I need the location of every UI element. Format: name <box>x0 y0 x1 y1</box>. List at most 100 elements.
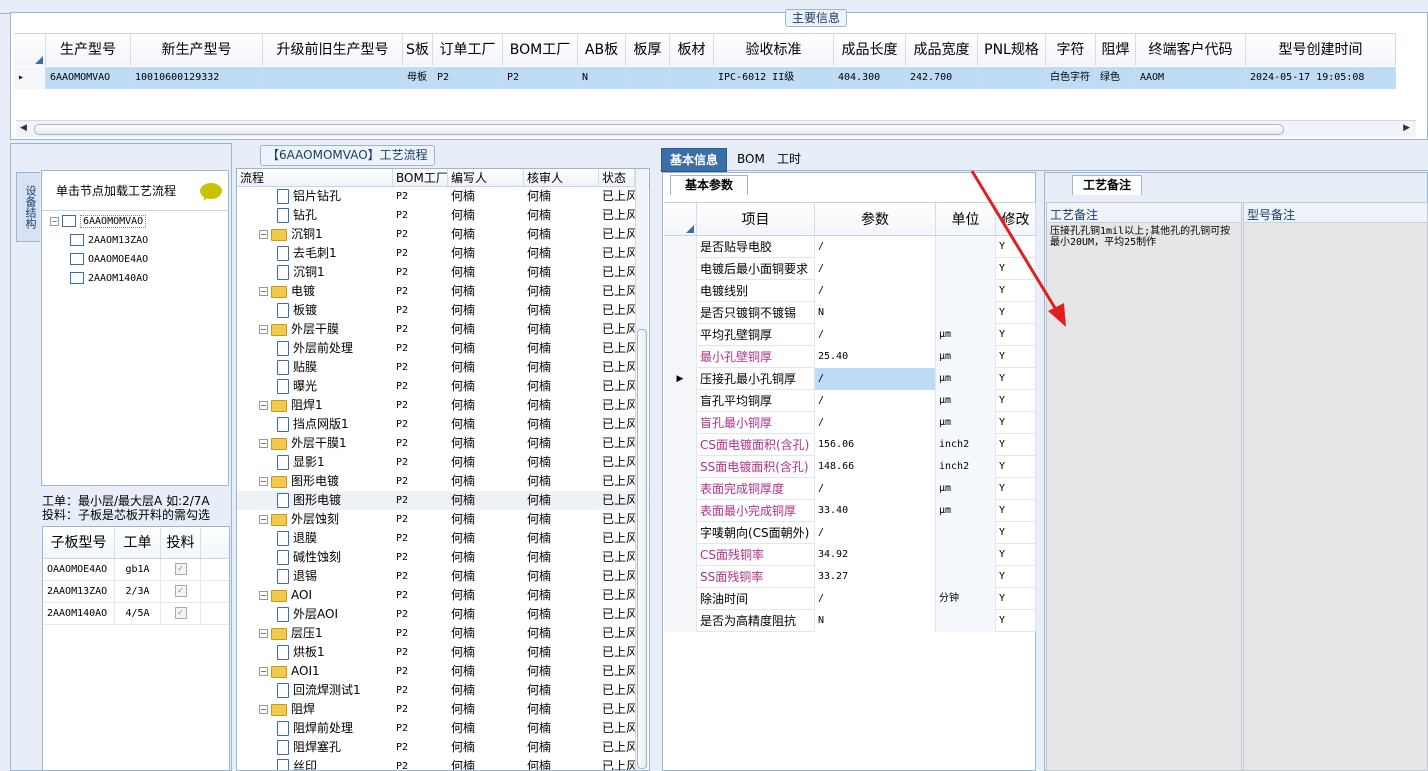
param-modify-cell[interactable]: Y <box>996 302 1036 324</box>
param-row[interactable]: 字唛朝向(CS面朝外) / Y <box>664 522 1036 544</box>
param-row[interactable]: 是否贴导电胶 / Y <box>664 236 1036 258</box>
flow-name-cell[interactable]: 去毛刺1 <box>237 244 393 263</box>
col-status[interactable]: 状态 <box>599 169 635 186</box>
flow-name-cell[interactable]: 显影1 <box>237 453 393 472</box>
main-col-header[interactable]: 成品宽度 <box>906 34 978 66</box>
flow-name-cell[interactable]: − 阻焊 <box>237 700 393 719</box>
col-feed[interactable]: 投料 <box>161 527 201 558</box>
collapse-icon[interactable]: − <box>259 325 268 334</box>
collapse-icon[interactable]: − <box>259 287 268 296</box>
flow-name-cell[interactable]: − 层压1 <box>237 624 393 643</box>
param-value-cell[interactable]: / <box>815 522 936 544</box>
flow-row[interactable]: 沉铜1 P2 何楠 何楠 已上风 <box>237 263 649 282</box>
tree-child-node[interactable]: OAAOMOE4AO <box>50 250 228 269</box>
main-col-header[interactable]: BOM工厂 <box>503 34 578 66</box>
tree-child-node[interactable]: 2AAOM140AO <box>50 269 228 288</box>
col-reviewer[interactable]: 核审人 <box>524 169 599 186</box>
param-value-cell[interactable]: / <box>815 324 936 346</box>
basic-params-tab[interactable]: 基本参数 <box>670 175 749 195</box>
param-value-cell[interactable]: 33.40 <box>815 500 936 522</box>
collapse-icon[interactable]: − <box>259 591 268 600</box>
param-row[interactable]: 表面最小完成铜厚 33.40 μm Y <box>664 500 1036 522</box>
flow-name-cell[interactable]: 退膜 <box>237 529 393 548</box>
param-value-cell[interactable]: / <box>815 368 936 390</box>
param-row[interactable]: 是否只镀铜不镀锡 N Y <box>664 302 1036 324</box>
collapse-icon[interactable]: − <box>50 216 59 226</box>
main-grid-row[interactable]: ▸ 6AAOMOMVAO 10010600129332 母板 P2 P2 N IPC-6012… <box>14 67 1396 89</box>
main-cell[interactable] <box>626 67 670 89</box>
main-cell[interactable]: 绿色 <box>1096 67 1136 89</box>
collapse-icon[interactable]: − <box>259 705 268 714</box>
param-modify-cell[interactable]: Y <box>996 588 1036 610</box>
param-row[interactable]: 表面完成铜厚度 / μm Y <box>664 478 1036 500</box>
param-modify-cell[interactable]: Y <box>996 280 1036 302</box>
flow-name-cell[interactable]: 图形电镀 <box>237 491 393 510</box>
collapse-icon[interactable]: − <box>259 230 268 239</box>
param-row[interactable]: CS面电镀面积(含孔) 156.06 inch2 Y <box>664 434 1036 456</box>
flow-row[interactable]: 丝印 P2 何楠 何楠 已上风 <box>237 757 649 770</box>
flow-name-cell[interactable]: 贴膜 <box>237 358 393 377</box>
param-modify-cell[interactable]: Y <box>996 434 1036 456</box>
main-col-header[interactable]: 成品长度 <box>834 34 906 66</box>
main-cell[interactable]: AAOM <box>1136 67 1246 89</box>
flow-name-cell[interactable]: 丝印 <box>237 757 393 770</box>
main-cell[interactable]: 242.700 <box>906 67 978 89</box>
flow-row[interactable]: 显影1 P2 何楠 何楠 已上风 <box>237 453 649 472</box>
collapse-icon[interactable]: − <box>259 401 268 410</box>
flow-name-cell[interactable]: 曝光 <box>237 377 393 396</box>
subboard-row[interactable]: 2AAOM140AO 4/5A ✓ <box>43 603 229 625</box>
param-modify-cell[interactable]: Y <box>996 390 1036 412</box>
param-modify-cell[interactable]: Y <box>996 522 1036 544</box>
main-col-header[interactable]: 板厚 <box>626 34 670 66</box>
param-value-cell[interactable]: / <box>815 478 936 500</box>
flow-row[interactable]: − 阻焊1 P2 何楠 何楠 已上风 <box>237 396 649 415</box>
param-row[interactable]: 是否为高精度阻抗 N Y <box>664 610 1036 632</box>
param-value-cell[interactable]: / <box>815 236 936 258</box>
flow-row[interactable]: 阻焊塞孔 P2 何楠 何楠 已上风 <box>237 738 649 757</box>
checkbox-icon[interactable]: ✓ <box>174 607 187 619</box>
tab-work-hours[interactable]: 工时 <box>769 148 809 172</box>
param-value-cell[interactable]: / <box>815 280 936 302</box>
main-col-header[interactable]: 型号创建时间 <box>1246 34 1396 66</box>
flow-name-cell[interactable]: − 外层干膜1 <box>237 434 393 453</box>
flow-row[interactable]: 烘板1 P2 何楠 何楠 已上风 <box>237 643 649 662</box>
param-value-cell[interactable]: N <box>815 610 936 632</box>
workorder-cell[interactable]: 4/5A <box>115 603 161 624</box>
vscroll-thumb[interactable] <box>637 329 647 769</box>
flow-row[interactable]: − 层压1 P2 何楠 何楠 已上风 <box>237 624 649 643</box>
param-modify-cell[interactable]: Y <box>996 500 1036 522</box>
flow-name-cell[interactable]: 挡点网版1 <box>237 415 393 434</box>
param-value-cell[interactable]: N <box>815 302 936 324</box>
subboard-cell[interactable]: 2AAOM140AO <box>43 603 115 624</box>
flow-row[interactable]: 曝光 P2 何楠 何楠 已上风 <box>237 377 649 396</box>
main-col-header[interactable]: 终端客户代码 <box>1136 34 1246 66</box>
subboard-cell[interactable]: OAAOMOE4AO <box>43 559 115 580</box>
flow-row[interactable]: − 外层干膜 P2 何楠 何楠 已上风 <box>237 320 649 339</box>
param-row[interactable]: 盲孔平均铜厚 / μm Y <box>664 390 1036 412</box>
flow-row[interactable]: − 沉铜1 P2 何楠 何楠 已上风 <box>237 225 649 244</box>
main-col-header[interactable]: 阻焊 <box>1096 34 1136 66</box>
flow-name-cell[interactable]: 铝片钻孔 <box>237 187 393 206</box>
param-row[interactable]: SS面残铜率 33.27 Y <box>664 566 1036 588</box>
flow-name-cell[interactable]: − 外层干膜 <box>237 320 393 339</box>
tab-bom[interactable]: BOM <box>729 148 773 172</box>
param-modify-cell[interactable]: Y <box>996 610 1036 632</box>
param-value-cell[interactable]: 34.92 <box>815 544 936 566</box>
flow-name-cell[interactable]: 钻孔 <box>237 206 393 225</box>
flow-name-cell[interactable]: − 电镀 <box>237 282 393 301</box>
param-row[interactable]: ▶ 压接孔最小孔铜厚 / μm Y <box>664 368 1036 390</box>
flow-name-cell[interactable]: − AOI1 <box>237 662 393 681</box>
flow-row[interactable]: 外层AOI P2 何楠 何楠 已上风 <box>237 605 649 624</box>
main-col-header[interactable]: S板 <box>403 34 433 66</box>
flow-name-cell[interactable]: − 外层蚀刻 <box>237 510 393 529</box>
param-modify-cell[interactable]: Y <box>996 368 1036 390</box>
flow-row[interactable]: − AOI P2 何楠 何楠 已上风 <box>237 586 649 605</box>
flow-name-cell[interactable]: − 阻焊1 <box>237 396 393 415</box>
flow-name-cell[interactable]: 外层AOI <box>237 605 393 624</box>
flow-row[interactable]: 回流焊测试1 P2 何楠 何楠 已上风 <box>237 681 649 700</box>
main-cell[interactable] <box>670 67 714 89</box>
param-modify-cell[interactable]: Y <box>996 412 1036 434</box>
workorder-cell[interactable]: 2/3A <box>115 581 161 602</box>
col-value[interactable]: 参数 <box>815 203 936 235</box>
flow-row[interactable]: 退锡 P2 何楠 何楠 已上风 <box>237 567 649 586</box>
